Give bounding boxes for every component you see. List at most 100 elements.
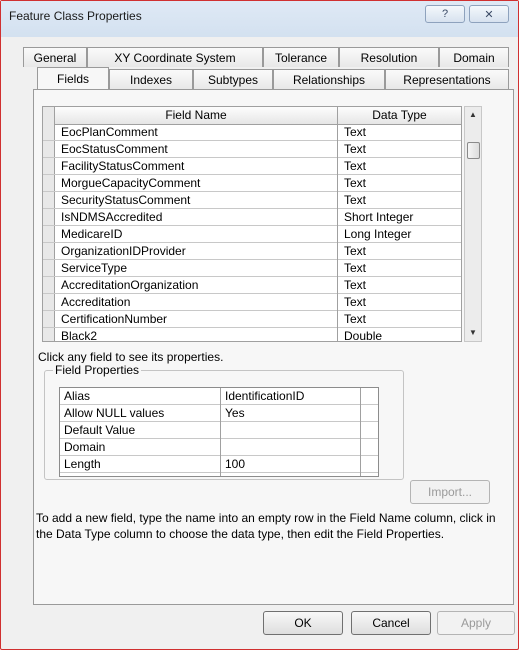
- row-selector[interactable]: [43, 226, 55, 242]
- tab-relationships[interactable]: Relationships: [273, 69, 385, 89]
- tab-domain[interactable]: Domain: [439, 47, 509, 67]
- field-name-cell[interactable]: AccreditationOrganization: [55, 277, 337, 293]
- table-row[interactable]: IsNDMSAccredited Short Integer: [43, 209, 461, 226]
- table-row[interactable]: EocPlanComment Text: [43, 124, 461, 141]
- property-value[interactable]: [221, 422, 360, 438]
- tab-resolution[interactable]: Resolution: [339, 47, 439, 67]
- field-name-cell[interactable]: CertificationNumber: [55, 311, 337, 327]
- data-type-cell[interactable]: Text: [338, 260, 461, 276]
- cancel-button[interactable]: Cancel: [351, 611, 431, 635]
- property-value[interactable]: [221, 439, 360, 455]
- property-value[interactable]: 100: [221, 456, 360, 472]
- field-name-cell[interactable]: Black2: [55, 328, 337, 341]
- row-selector[interactable]: [43, 158, 55, 174]
- row-selector[interactable]: [43, 192, 55, 208]
- window-title: Feature Class Properties: [9, 9, 142, 23]
- property-label: Allow NULL values: [64, 406, 165, 420]
- property-row[interactable]: Alias IdentificationID: [60, 388, 378, 405]
- row-selector[interactable]: [43, 124, 55, 140]
- table-row[interactable]: CertificationNumber Text: [43, 311, 461, 328]
- row-selector[interactable]: [43, 209, 55, 225]
- tab-representations[interactable]: Representations: [385, 69, 509, 89]
- tab-tolerance[interactable]: Tolerance: [263, 47, 339, 67]
- table-row[interactable]: FacilityStatusComment Text: [43, 158, 461, 175]
- column-header-data-type[interactable]: Data Type: [338, 107, 461, 124]
- row-selector[interactable]: [43, 328, 55, 341]
- row-selector[interactable]: [43, 311, 55, 327]
- field-name-cell[interactable]: OrganizationIDProvider: [55, 243, 337, 259]
- data-type-cell[interactable]: Text: [338, 277, 461, 293]
- data-type-cell[interactable]: Text: [338, 294, 461, 310]
- ok-button[interactable]: OK: [263, 611, 343, 635]
- property-row[interactable]: Default Value: [60, 422, 378, 439]
- field-name-cell[interactable]: Accreditation: [55, 294, 337, 310]
- instructions-line-2: the Data Type column to choose the data …: [36, 527, 445, 541]
- fields-tab-panel: Field Name Data Type EocPlanComment Text E…: [33, 89, 514, 605]
- data-type-cell[interactable]: Text: [338, 124, 461, 140]
- table-row[interactable]: Black2 Double: [43, 328, 461, 341]
- row-selector[interactable]: [43, 260, 55, 276]
- table-row[interactable]: MorgueCapacityComment Text: [43, 175, 461, 192]
- scroll-thumb[interactable]: [467, 142, 480, 159]
- table-row[interactable]: OrganizationIDProvider Text: [43, 243, 461, 260]
- property-divider-right: [360, 388, 361, 476]
- tab-label: Representations: [403, 72, 491, 87]
- import-button[interactable]: Import...: [410, 480, 490, 504]
- field-name-cell[interactable]: SecurityStatusComment: [55, 192, 337, 208]
- tab-subtypes[interactable]: Subtypes: [193, 69, 273, 89]
- property-divider: [220, 388, 221, 476]
- field-name-cell[interactable]: MedicareID: [55, 226, 337, 242]
- table-row[interactable]: ServiceType Text: [43, 260, 461, 277]
- data-type-cell[interactable]: Text: [338, 192, 461, 208]
- field-name-cell[interactable]: ServiceType: [55, 260, 337, 276]
- row-selector[interactable]: [43, 294, 55, 310]
- tab-label: General: [33, 50, 77, 65]
- fields-scrollbar[interactable]: ▲ ▼: [464, 106, 482, 342]
- apply-button[interactable]: Apply: [437, 611, 515, 635]
- property-label: Domain: [64, 440, 106, 454]
- field-name-cell[interactable]: MorgueCapacityComment: [55, 175, 337, 191]
- field-name-cell[interactable]: FacilityStatusComment: [55, 158, 337, 174]
- title-bar: Feature Class Properties ? ✕: [1, 1, 518, 37]
- row-selector[interactable]: [43, 243, 55, 259]
- tab-xy-coordinate-system[interactable]: XY Coordinate System: [87, 47, 263, 67]
- property-value[interactable]: IdentificationID: [221, 388, 360, 404]
- tab-fields[interactable]: Fields: [37, 67, 109, 89]
- property-row[interactable]: Allow NULL values Yes: [60, 405, 378, 422]
- field-name-cell[interactable]: EocStatusComment: [55, 141, 337, 157]
- column-header-field-name[interactable]: Field Name: [55, 107, 337, 124]
- table-row[interactable]: Accreditation Text: [43, 294, 461, 311]
- data-type-cell[interactable]: Text: [338, 311, 461, 327]
- tab-indexes[interactable]: Indexes: [109, 69, 193, 89]
- help-button[interactable]: ?: [425, 5, 465, 23]
- property-row[interactable]: Domain: [60, 439, 378, 456]
- data-type-cell[interactable]: Long Integer: [338, 226, 461, 242]
- data-type-cell[interactable]: Text: [338, 141, 461, 157]
- field-name-cell[interactable]: EocPlanComment: [55, 124, 337, 140]
- property-row[interactable]: Length 100: [60, 456, 378, 473]
- help-icon: ?: [441, 8, 449, 20]
- table-row[interactable]: SecurityStatusComment Text: [43, 192, 461, 209]
- grid-header: Field Name Data Type: [43, 107, 461, 125]
- data-type-cell[interactable]: Short Integer: [338, 209, 461, 225]
- property-value[interactable]: Yes: [221, 405, 360, 421]
- table-row[interactable]: AccreditationOrganization Text: [43, 277, 461, 294]
- close-button[interactable]: ✕: [469, 5, 509, 23]
- instructions-text: To add a new field, type the name into a…: [36, 510, 496, 542]
- data-type-cell[interactable]: Text: [338, 243, 461, 259]
- data-type-cell[interactable]: Text: [338, 175, 461, 191]
- tab-general[interactable]: General: [23, 47, 87, 67]
- property-label: Default Value: [64, 423, 136, 437]
- dialog-window: Feature Class Properties ? ✕ General XY …: [0, 0, 519, 650]
- table-row[interactable]: MedicareID Long Integer: [43, 226, 461, 243]
- data-type-cell[interactable]: Double: [338, 328, 461, 341]
- row-selector[interactable]: [43, 277, 55, 293]
- scroll-down-arrow-icon[interactable]: ▼: [465, 325, 481, 341]
- data-type-cell[interactable]: Text: [338, 158, 461, 174]
- row-selector[interactable]: [43, 141, 55, 157]
- field-name-cell[interactable]: IsNDMSAccredited: [55, 209, 337, 225]
- row-selector[interactable]: [43, 175, 55, 191]
- scroll-up-arrow-icon[interactable]: ▲: [465, 107, 481, 123]
- click-hint-text: Click any field to see its properties.: [38, 350, 224, 364]
- table-row[interactable]: EocStatusComment Text: [43, 141, 461, 158]
